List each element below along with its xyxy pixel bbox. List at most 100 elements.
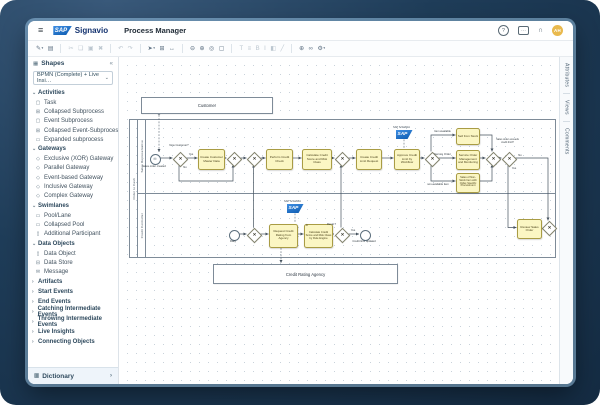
delete-icon: ✖ <box>98 46 103 52</box>
end-event[interactable] <box>360 230 371 241</box>
xor-icon: ✕ <box>428 155 437 164</box>
item-label: Event Subprocess <box>44 118 93 124</box>
sidebar-section-artifacts[interactable]: ›Artifacts <box>28 277 118 287</box>
zoom-fit-icon[interactable]: ▢ <box>219 46 225 52</box>
help-icon[interactable]: ? <box>498 25 509 36</box>
sidebar-item-collapsed-event-subprocess[interactable]: ⊞Collapsed Event-Subprocess <box>28 126 118 135</box>
sidebar-item-task[interactable]: ▢Task <box>28 98 118 107</box>
sidebar-section-throwing-intermediate-events[interactable]: ›Throwing Intermediate Events <box>28 317 118 327</box>
task-request-credit-rating[interactable]: Request Credit Rating from Agency <box>269 224 298 248</box>
dictionary-bar[interactable]: ▥ Dictionary › <box>28 367 118 384</box>
task-sales-nonstock-item[interactable]: Sales of Non-Stock Item with Order-Speci… <box>456 173 480 193</box>
page-title: Process Manager <box>124 26 186 35</box>
align-icon: ≡ <box>248 46 252 52</box>
feedback-icon[interactable]: ⋯ <box>518 26 529 35</box>
chevron-right-icon: › <box>32 289 36 295</box>
data-store-icon: ⊟ <box>35 260 41 266</box>
sidebar-item-expanded-subprocess[interactable]: ▭Expanded subprocess <box>28 135 118 144</box>
badge-caption: SAP S/4HANA <box>385 126 418 129</box>
select-icon[interactable]: ➤▾ <box>148 46 155 52</box>
panel-tab-views[interactable]: Views <box>564 100 570 115</box>
shapes-panel-icon: ▦ <box>33 61 38 67</box>
item-label: Additional Participant <box>44 231 100 237</box>
task-perform-credit-check[interactable]: Perform Credit Check <box>266 149 293 170</box>
brand-name: Signavio <box>75 26 108 35</box>
sidebar-item-complex-gateway[interactable]: ◇Complex Gateway <box>28 192 118 201</box>
task-calculate-credit-score[interactable]: Calculate Credit Score and Risk Class <box>302 149 332 170</box>
task-sell-from-stock[interactable]: Sell from Stock <box>456 128 480 145</box>
xor-icon: ✕ <box>505 155 514 164</box>
shapes-panel-header: ▦ Shapes « <box>28 57 118 70</box>
chevron-right-icon: › <box>32 329 36 335</box>
sidebar-item-additional-participant[interactable]: ▯Additional Participant <box>28 230 118 239</box>
sidebar-section-live-insights[interactable]: ›Live Insights <box>28 327 118 337</box>
sidebar-item-collapsed-pool[interactable]: ▭Collapsed Pool <box>28 220 118 229</box>
dictionary-label: Dictionary <box>42 373 74 380</box>
hamburger-menu-icon[interactable]: ≡ <box>38 26 43 35</box>
globe-icon[interactable]: ⊕ <box>299 46 304 52</box>
sidebar-section-data-objects[interactable]: ⌄Data Objects <box>28 239 118 249</box>
label-non-available: non-available item <box>424 183 452 186</box>
start-event-message[interactable]: ✉ <box>150 154 161 165</box>
shape-profile-dropdown[interactable]: BPMN (Complete) + Live Insi… ⌄ <box>33 71 113 85</box>
sidebar-section-connecting-objects[interactable]: ›Connecting Objects <box>28 337 118 347</box>
pool-credit-rating-agency[interactable]: Credit Rating Agency <box>213 264 398 284</box>
sidebar-item-event-subprocess[interactable]: ▢Event Subprocess <box>28 117 118 126</box>
task-approve-credit-limit[interactable]: Approve Credit Limit by Workflow <box>394 149 420 170</box>
zoom-out-icon[interactable]: ⊖ <box>190 46 195 52</box>
parallel-gateway-icon: ◇ <box>35 165 41 171</box>
sidebar-section-start-events[interactable]: ›Start Events <box>28 287 118 297</box>
item-label: Expanded subprocess <box>44 137 103 143</box>
task-create-customer-master-data[interactable]: Create Customer Master Data <box>198 149 225 170</box>
sidebar-item-collapsed-subprocess[interactable]: ⊞Collapsed Subprocess <box>28 107 118 116</box>
snap-grid-icon[interactable]: ⊞ <box>159 46 164 52</box>
chevron-right-icon: › <box>32 339 36 345</box>
section-label: Artifacts <box>38 279 62 285</box>
panel-tab-comments[interactable]: Comments <box>564 128 570 155</box>
section-label: Activities <box>38 90 65 96</box>
sidebar-item-event-based-gateway[interactable]: ◇Event-based Gateway <box>28 173 118 182</box>
label-no: No <box>180 166 190 169</box>
zoom-in-icon[interactable]: ⊕ <box>200 46 205 52</box>
lane-credit-controller[interactable]: Credit Controller <box>138 194 555 257</box>
font-icon: T <box>239 46 243 52</box>
sidebar-section-activities[interactable]: ⌄Activities <box>28 88 118 98</box>
sidebar-item-pool-lane[interactable]: ▭Pool/Lane <box>28 211 118 220</box>
zoom-actual-icon[interactable]: ◎ <box>209 46 214 52</box>
sidebar-item-data-store[interactable]: ⊟Data Store <box>28 258 118 267</box>
diagram-canvas[interactable]: Customer Order to Cash Sales Representat… <box>119 57 559 384</box>
task-create-credit-limit-request[interactable]: Create Credit Limit Request <box>356 149 382 170</box>
sidebar-item-inclusive-gateway[interactable]: ◇Inclusive Gateway <box>28 182 118 191</box>
shapes-panel-title: Shapes <box>41 60 64 67</box>
panel-tab-attributes[interactable]: Attributes <box>564 63 570 87</box>
sidebar-section-gateways[interactable]: ⌄Gateways <box>28 144 118 154</box>
sidebar-item-data-object[interactable]: ▯Data Object <box>28 249 118 258</box>
link-icon[interactable]: ∞ <box>309 46 313 52</box>
fit-width-icon[interactable]: ↔ <box>169 46 175 52</box>
label-yes: Yes <box>348 229 358 232</box>
sidebar-item-parallel-gateway[interactable]: ◇Parallel Gateway <box>28 164 118 173</box>
avatar[interactable]: AH <box>552 25 563 36</box>
pool-customer[interactable]: Customer <box>141 97 273 114</box>
settings-icon[interactable]: ⚙▾ <box>317 46 325 52</box>
sidebar-item-exclusive-xor-gateway[interactable]: ◇Exclusive (XOR) Gateway <box>28 154 118 163</box>
task-review-sales-order[interactable]: Review Sales Order <box>517 219 542 239</box>
message-icon: ✉ <box>154 157 157 161</box>
italic-icon: I <box>264 46 266 52</box>
sidebar-section-swimlanes[interactable]: ⌄Swimlanes <box>28 201 118 211</box>
collapse-panel-icon[interactable]: « <box>110 61 113 67</box>
print-icon[interactable]: ▤ <box>48 46 54 52</box>
task-service-order-management[interactable]: Service Order Management and Monitoring <box>456 150 480 170</box>
lane-bottom-label: Credit Controller <box>140 213 144 238</box>
brand-logo[interactable]: SAP Signavio <box>53 26 108 35</box>
tab-separator <box>563 121 570 122</box>
task-calculate-score-rule-engine[interactable]: ⚙ Calculate Credit Score and Risk Class … <box>304 224 333 248</box>
edit-mode-icon[interactable]: ✎▾ <box>36 46 43 52</box>
label-yes: Yes <box>509 167 519 170</box>
cut-icon: ✂ <box>68 46 73 52</box>
sidebar-item-message[interactable]: ✉Message <box>28 267 118 276</box>
start-event-daily[interactable] <box>229 230 240 241</box>
section-label: Start Events <box>38 289 73 295</box>
chevron-down-icon: ▾ <box>323 47 325 51</box>
headset-icon[interactable]: ∩ <box>538 27 543 34</box>
